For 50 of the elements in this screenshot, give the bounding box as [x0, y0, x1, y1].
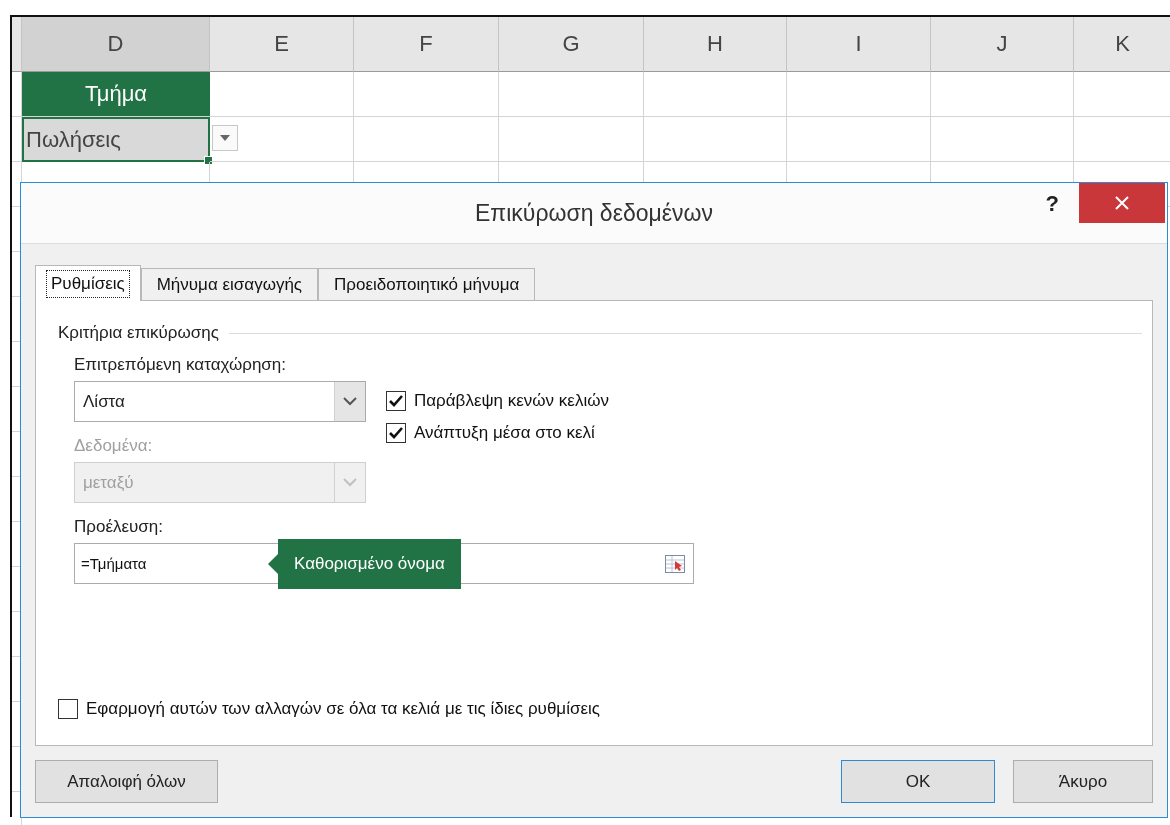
- field-label: Προέλευση:: [74, 517, 165, 537]
- table-cell[interactable]: [787, 117, 931, 162]
- close-button[interactable]: [1079, 183, 1165, 223]
- column-header[interactable]: K: [1074, 17, 1170, 72]
- caret-icon: [220, 135, 230, 141]
- checkmark-icon: [388, 426, 404, 440]
- corner-header: [12, 17, 22, 72]
- tab[interactable]: Μήνυμα εισαγωγής: [140, 268, 319, 300]
- table-cell[interactable]: [644, 72, 787, 117]
- table-cell[interactable]: [499, 72, 644, 117]
- checkbox[interactable]: Ανάπτυξη μέσα στο κελί: [386, 423, 609, 443]
- table-cell[interactable]: [787, 72, 931, 117]
- column-header[interactable]: F: [354, 17, 499, 72]
- checkmark-icon: [388, 394, 404, 408]
- table-cell[interactable]: [931, 72, 1074, 117]
- column-header[interactable]: H: [644, 17, 787, 72]
- tab[interactable]: Προειδοποιητικό μήνυμα: [318, 268, 536, 300]
- tooltip: Καθορισμένο όνομα: [278, 539, 461, 589]
- table-cell[interactable]: [499, 117, 644, 162]
- column-header[interactable]: E: [210, 17, 354, 72]
- column-header[interactable]: J: [931, 17, 1074, 72]
- field-label: Επιτρεπόμενη καταχώρηση:: [74, 355, 287, 375]
- table-cell[interactable]: [210, 117, 354, 162]
- active-cell[interactable]: Πωλήσεις: [22, 117, 210, 162]
- checkbox[interactable]: Εφαρμογή αυτών των αλλαγών σε όλα τα κελιά με τις ίδιες ρυθμίσεις: [58, 699, 1142, 719]
- dropdown[interactable]: Λίστα: [74, 381, 366, 422]
- fill-handle[interactable]: [204, 156, 213, 165]
- dialog-button[interactable]: Απαλοιφή όλων: [35, 760, 218, 803]
- chevron-down-icon: [343, 397, 357, 406]
- group-label: Κριτήρια επικύρωσης: [58, 323, 219, 343]
- column-header[interactable]: D: [22, 17, 210, 72]
- column-header[interactable]: I: [787, 17, 931, 72]
- table-cell[interactable]: [931, 117, 1074, 162]
- column-header[interactable]: G: [499, 17, 644, 72]
- window-title: Επικύρωση δεδομένων: [475, 199, 713, 227]
- table-cell[interactable]: [354, 117, 499, 162]
- dropdown-button[interactable]: [212, 125, 238, 151]
- table-header-cell: Τμήμα: [22, 72, 210, 117]
- close-icon: [1114, 195, 1130, 211]
- help-button[interactable]: ?: [1045, 191, 1059, 217]
- table-cell[interactable]: [210, 72, 354, 117]
- table-cell[interactable]: [354, 72, 499, 117]
- dialog-button[interactable]: OK: [841, 760, 995, 803]
- chevron-down-icon: [343, 478, 357, 487]
- checkbox[interactable]: Παράβλεψη κενών κελιών: [386, 391, 609, 411]
- tab[interactable]: Ρυθμίσεις: [35, 265, 141, 301]
- table-cell[interactable]: [644, 117, 787, 162]
- range-picker-icon[interactable]: [665, 554, 685, 573]
- dialog-button[interactable]: Άκυρο: [1013, 760, 1153, 803]
- field-label: Δεδομένα:: [74, 436, 154, 456]
